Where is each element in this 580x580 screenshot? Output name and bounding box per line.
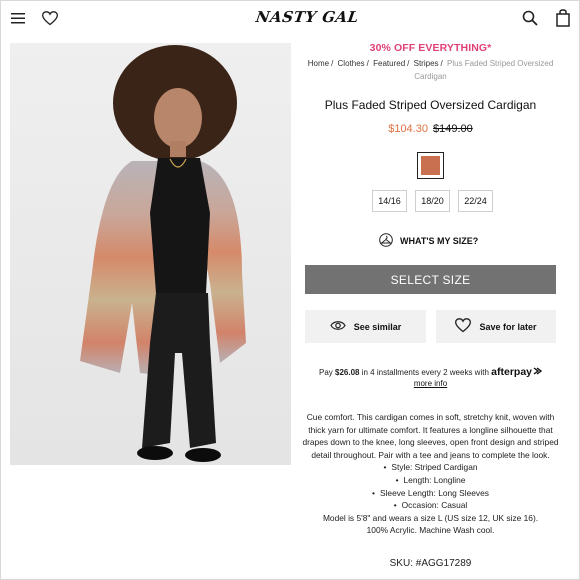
afterpay-text: in 4 installments every 2 weeks with <box>361 368 489 377</box>
breadcrumb-home[interactable]: Home <box>308 59 329 68</box>
breadcrumb-separator: / <box>407 59 410 68</box>
promo-banner[interactable]: 30% OFF EVERYTHING* <box>305 42 556 54</box>
heart-icon[interactable] <box>40 8 60 28</box>
breadcrumb-stripes[interactable]: Stripes <box>414 59 439 68</box>
description-material: 100% Acrylic. Machine Wash cool. <box>366 525 495 536</box>
save-for-later-label: Save for later <box>479 321 537 332</box>
whats-my-size-label: WHAT'S MY SIZE? <box>400 236 479 246</box>
color-swatch <box>421 156 440 175</box>
see-similar-button[interactable]: See similar <box>305 310 426 343</box>
afterpay-arrows-icon <box>532 367 543 377</box>
brand-logo[interactable]: NASTY GAL <box>254 6 361 30</box>
size-option-22-24[interactable]: 22/24 <box>458 190 493 212</box>
product-title: Plus Faded Striped Oversized Cardigan <box>324 98 537 112</box>
site-header: NASTY GAL <box>0 0 580 38</box>
original-price: $149.00 <box>433 123 473 135</box>
eye-icon <box>330 320 346 333</box>
size-options: 14/16 18/20 22/24 <box>372 190 493 212</box>
shopping-bag-icon[interactable] <box>553 8 573 28</box>
color-swatch-selected[interactable] <box>417 152 444 179</box>
hanger-icon <box>378 233 394 249</box>
size-option-18-20[interactable]: 18/20 <box>415 190 450 212</box>
select-size-button[interactable]: SELECT SIZE <box>305 265 556 294</box>
whats-my-size-link[interactable]: WHAT'S MY SIZE? <box>378 233 478 249</box>
heart-icon <box>455 318 472 335</box>
breadcrumb: Home / Clothes / Featured / Stripes / Plus F… <box>305 57 556 83</box>
save-for-later-button[interactable]: Save for later <box>436 310 556 343</box>
description-intro: Cue comfort. This cardigan comes in soft… <box>302 412 559 460</box>
breadcrumb-separator: / <box>366 59 369 68</box>
product-image[interactable] <box>10 43 291 465</box>
breadcrumb-featured[interactable]: Featured <box>373 59 405 68</box>
afterpay-more-info-link[interactable]: more info <box>305 378 556 389</box>
size-option-14-16[interactable]: 14/16 <box>372 190 407 212</box>
logo-text: NASTY GAL <box>254 8 361 26</box>
breadcrumb-separator: / <box>440 59 443 68</box>
product-price: $104.30 $149.00 <box>305 123 556 135</box>
search-icon[interactable] <box>520 8 540 28</box>
product-description: Cue comfort. This cardigan comes in soft… <box>299 411 562 537</box>
afterpay-amount: $26.08 <box>335 368 360 377</box>
description-bullet-sleeve: Sleeve Length: Long Sleeves <box>299 487 562 500</box>
hamburger-menu-icon[interactable] <box>8 8 28 28</box>
sale-price: $104.30 <box>388 123 428 135</box>
afterpay-logo: afterpay <box>491 366 532 378</box>
description-bullets: Style: Striped Cardigan Length: Longline… <box>299 461 562 511</box>
product-sku: SKU: #AGG17289 <box>389 558 472 569</box>
afterpay-info: Pay $26.08 in 4 installments every 2 wee… <box>305 367 556 389</box>
breadcrumb-clothes[interactable]: Clothes <box>338 59 365 68</box>
description-bullet-length: Length: Longline <box>299 474 562 487</box>
afterpay-pay: Pay <box>319 368 333 377</box>
description-bullet-occasion: Occasion: Casual <box>299 499 562 512</box>
description-bullet-style: Style: Striped Cardigan <box>299 461 562 474</box>
see-similar-label: See similar <box>353 321 402 332</box>
breadcrumb-separator: / <box>331 59 334 68</box>
description-model: Model is 5'8" and wears a size L (US siz… <box>322 512 539 523</box>
